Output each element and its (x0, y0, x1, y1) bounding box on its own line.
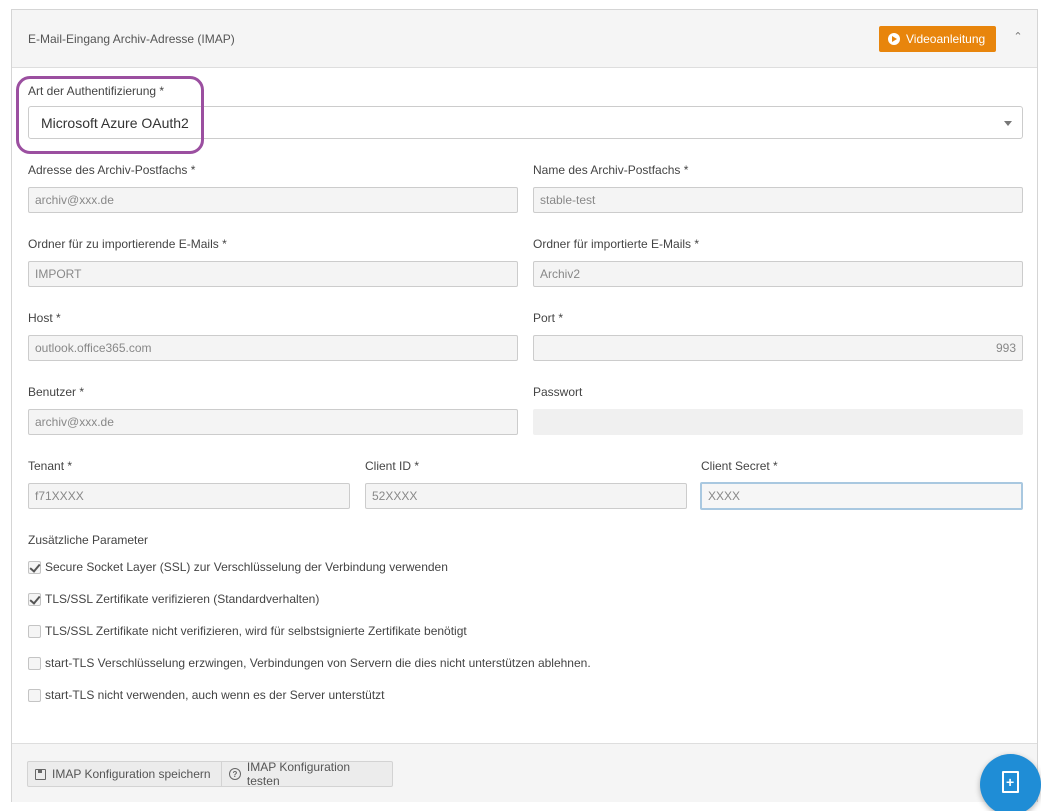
checkbox-no-starttls[interactable] (28, 688, 41, 702)
tenant-label: Tenant * (28, 459, 73, 473)
test-config-button[interactable]: ? IMAP Konfiguration testen (221, 760, 393, 788)
save-config-label: IMAP Konfiguration speichern (52, 767, 211, 781)
no-starttls-option-label: start-TLS nicht verwenden, auch wenn es … (45, 688, 385, 702)
video-tutorial-button[interactable]: Videoanleitung (879, 26, 996, 52)
imported-folder-label: Ordner für importierte E-Mails * (533, 237, 700, 251)
user-field[interactable]: archiv@xxx.de (28, 409, 518, 435)
verify-cert-option-label: TLS/SSL Zertifikate verifizieren (Standa… (45, 592, 320, 606)
ssl-option[interactable]: Secure Socket Layer (SSL) zur Verschlüss… (28, 560, 448, 574)
no-verify-cert-option-label: TLS/SSL Zertifikate nicht verifizieren, … (45, 624, 467, 638)
force-starttls-option-label: start-TLS Verschlüsselung erzwingen, Ver… (45, 656, 591, 670)
password-label: Passwort (533, 385, 583, 399)
ssl-option-label: Secure Socket Layer (SSL) zur Verschlüss… (45, 560, 448, 574)
video-button-label: Videoanleitung (906, 32, 986, 46)
floppy-icon (35, 768, 46, 780)
panel-header: E-Mail-Eingang Archiv-Adresse (IMAP) Vid… (12, 10, 1037, 68)
new-document-button[interactable] (980, 754, 1041, 811)
client-secret-label: Client Secret * (701, 459, 778, 473)
password-field[interactable] (533, 409, 1023, 435)
params-title: Zusätzliche Parameter (28, 533, 149, 547)
client-id-field[interactable]: 52XXXX (365, 483, 687, 509)
auth-type-label: Art der Authentifizierung * (28, 84, 165, 98)
verify-cert-option[interactable]: TLS/SSL Zertifikate verifizieren (Standa… (28, 592, 319, 606)
mailbox-address-field[interactable]: archiv@xxx.de (28, 187, 518, 213)
panel-footer: IMAP Konfiguration speichern ? IMAP Konf… (12, 743, 1037, 802)
mailbox-name-field[interactable]: stable-test (533, 187, 1023, 213)
mailbox-address-label: Adresse des Archiv-Postfachs * (28, 163, 196, 177)
auth-type-select[interactable]: Microsoft Azure OAuth2 (28, 106, 1023, 139)
host-field[interactable]: outlook.office365.com (28, 335, 518, 361)
checkbox-no-verify-cert[interactable] (28, 624, 41, 638)
checkbox-ssl[interactable] (28, 560, 41, 574)
port-field[interactable]: 993 (533, 335, 1023, 361)
new-document-icon (1002, 771, 1019, 793)
client-secret-field[interactable]: XXXX (700, 482, 1023, 510)
save-config-button[interactable]: IMAP Konfiguration speichern (27, 761, 222, 787)
chevron-up-icon[interactable]: ⌃ (1011, 30, 1025, 44)
import-folder-label: Ordner für zu importierende E-Mails * (28, 237, 227, 251)
chevron-down-icon (1004, 121, 1012, 126)
host-label: Host * (28, 311, 61, 325)
mailbox-name-label: Name des Archiv-Postfachs * (533, 163, 689, 177)
client-id-label: Client ID * (365, 459, 420, 473)
panel-title: E-Mail-Eingang Archiv-Adresse (IMAP) (28, 32, 235, 46)
port-label: Port * (533, 311, 564, 325)
help-icon: ? (229, 768, 241, 780)
import-folder-field[interactable]: IMPORT (28, 261, 518, 287)
test-config-label: IMAP Konfiguration testen (246, 760, 351, 788)
checkbox-verify-cert[interactable] (28, 592, 41, 606)
imported-folder-field[interactable]: Archiv2 (533, 261, 1023, 287)
no-starttls-option[interactable]: start-TLS nicht verwenden, auch wenn es … (28, 688, 385, 702)
auth-type-value: Microsoft Azure OAuth2 (41, 114, 189, 131)
tenant-field[interactable]: f71XXXX (28, 483, 350, 509)
force-starttls-option[interactable]: start-TLS Verschlüsselung erzwingen, Ver… (28, 656, 591, 670)
user-label: Benutzer * (28, 385, 85, 399)
imap-config-panel: E-Mail-Eingang Archiv-Adresse (IMAP) Vid… (11, 9, 1038, 802)
checkbox-force-starttls[interactable] (28, 656, 41, 670)
play-icon (888, 33, 900, 45)
no-verify-cert-option[interactable]: TLS/SSL Zertifikate nicht verifizieren, … (28, 624, 467, 638)
